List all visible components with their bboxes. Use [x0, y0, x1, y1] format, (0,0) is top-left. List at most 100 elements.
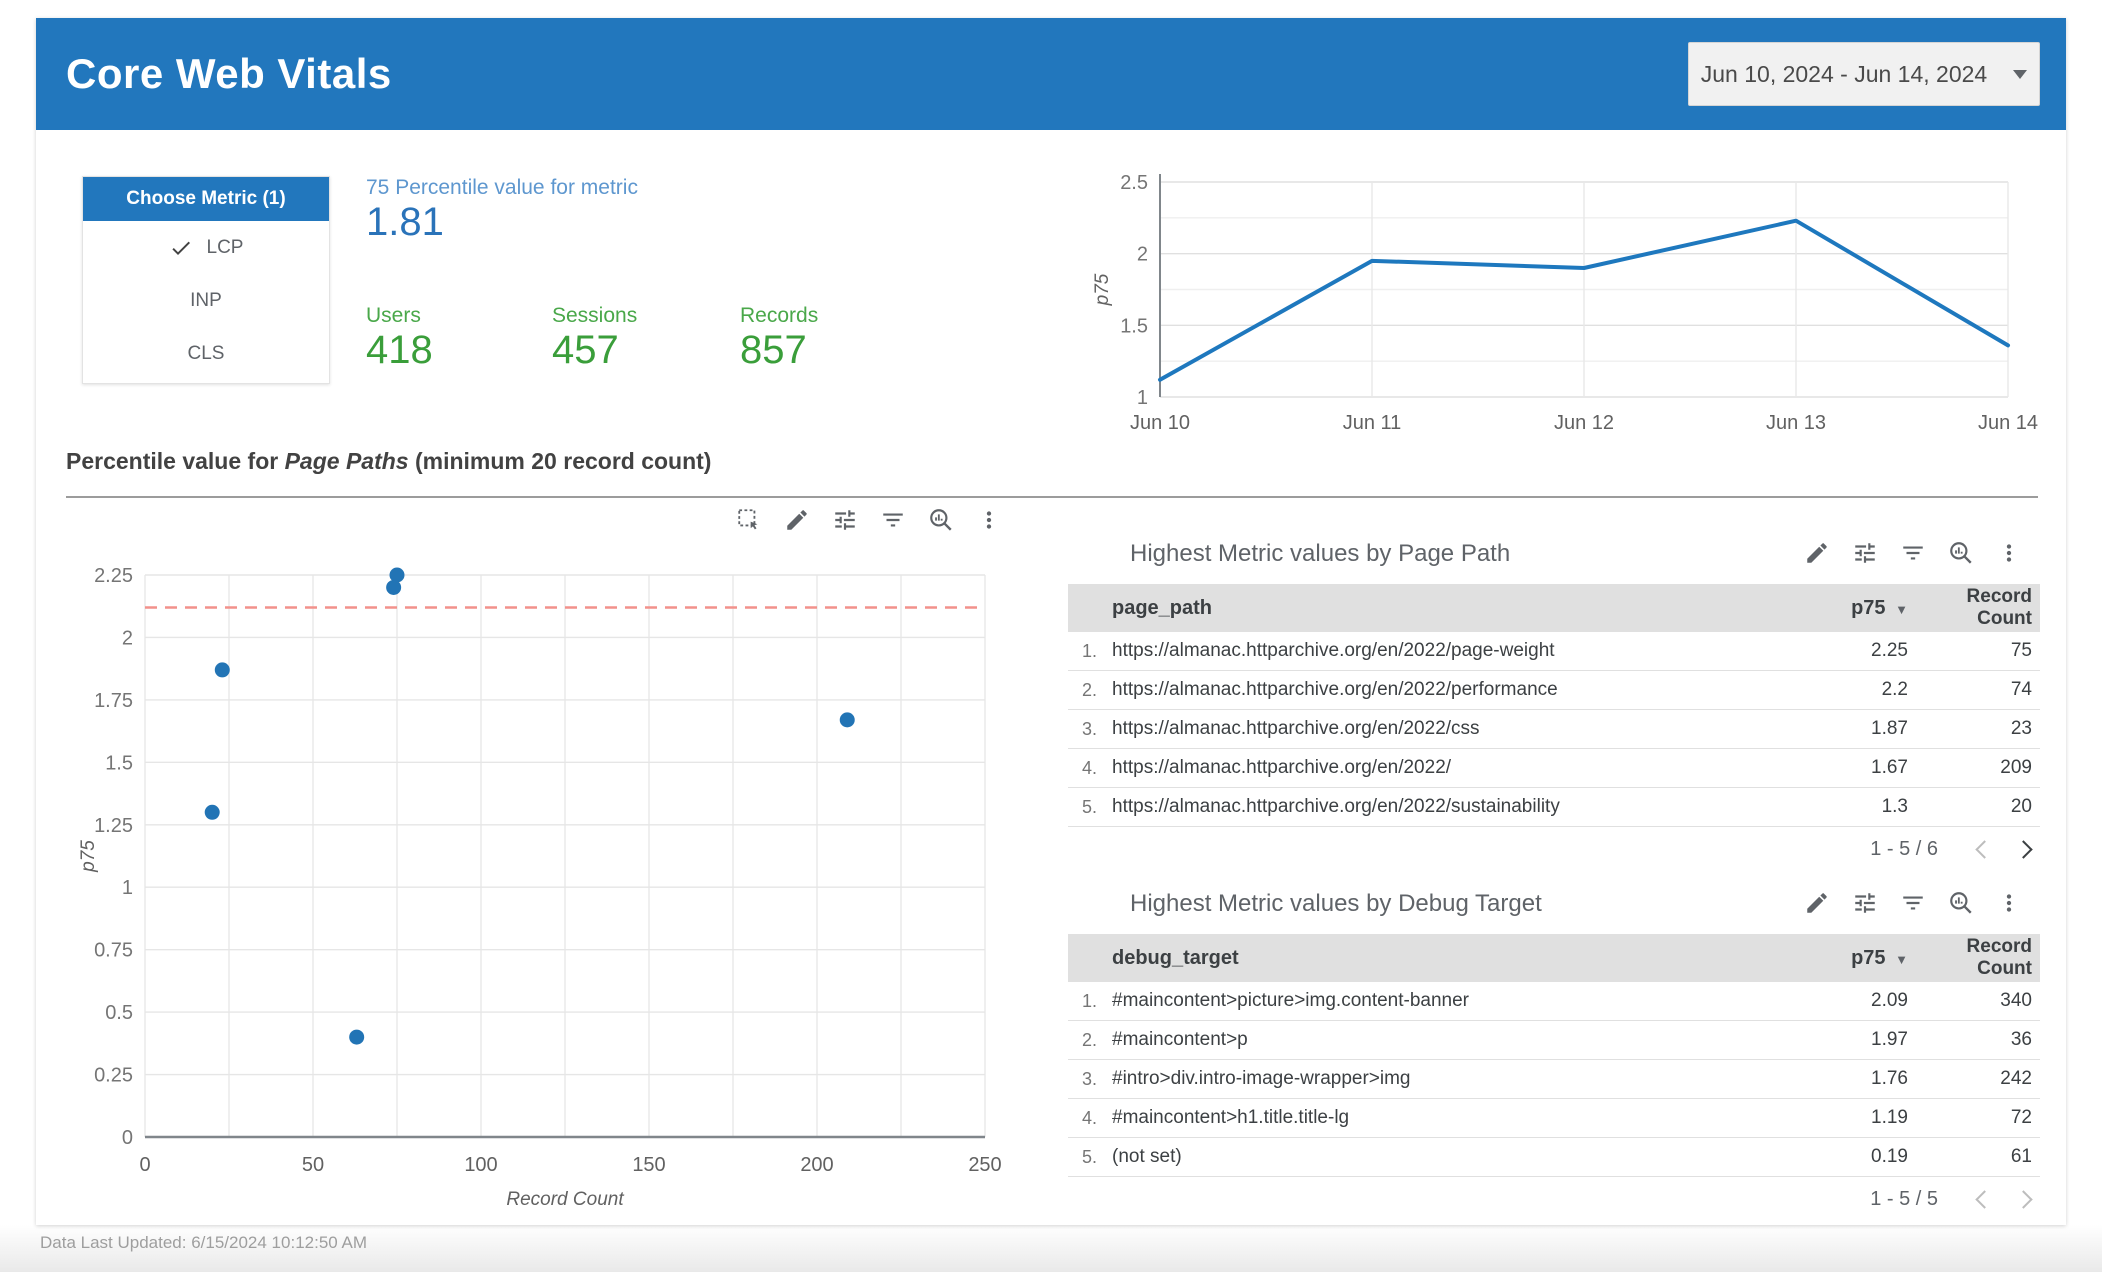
- chevron-right-icon[interactable]: [2014, 839, 2033, 859]
- svg-text:2.5: 2.5: [1120, 172, 1148, 194]
- section-title-italic: Page Paths: [284, 448, 409, 474]
- report-header: Core Web Vitals Jun 10, 2024 - Jun 14, 2…: [36, 18, 2066, 130]
- sort-desc-icon: ▼: [1895, 601, 1908, 617]
- svg-text:Jun 11: Jun 11: [1343, 412, 1402, 434]
- filter-icon[interactable]: [1900, 890, 1926, 916]
- percentile-scorecard-label: 75 Percentile value for metric: [366, 176, 638, 199]
- edit-icon[interactable]: [1804, 890, 1830, 916]
- scatter-point[interactable]: [839, 712, 855, 728]
- table-toolbar: [1804, 540, 2022, 566]
- metric-option-list: LCP INP CLS: [83, 221, 329, 380]
- table-row[interactable]: 3. #intro>div.intro-image-wrapper>img 1.76…: [1068, 1060, 2040, 1099]
- row-dimension: https://almanac.httparchive.org/en/2022/…: [1112, 679, 1558, 700]
- more-icon[interactable]: [976, 507, 1002, 533]
- svg-text:0.25: 0.25: [94, 1065, 133, 1087]
- row-p75-value: 2.2: [1881, 679, 1908, 700]
- records-scorecard-label: Records: [740, 304, 819, 327]
- row-p75-value: 1.87: [1871, 718, 1908, 739]
- column-header-p75[interactable]: p75 ▼: [1798, 947, 1908, 970]
- row-p75-value: 1.76: [1871, 1068, 1908, 1089]
- row-dimension: #intro>div.intro-image-wrapper>img: [1112, 1068, 1411, 1089]
- x-axis-label: Record Count: [506, 1189, 624, 1210]
- table-row[interactable]: 4. https://almanac.httparchive.org/en/202…: [1068, 749, 2040, 788]
- table-row[interactable]: 1. https://almanac.httparchive.org/en/202…: [1068, 632, 2040, 671]
- chevron-down-icon: [2013, 69, 2028, 79]
- row-record-count: 72: [2010, 1107, 2032, 1128]
- metric-option-inp[interactable]: INP: [83, 274, 329, 327]
- filter-icon[interactable]: [880, 507, 906, 533]
- scatter-point[interactable]: [214, 662, 230, 678]
- scatter-chart[interactable]: 0 50 100 150 200 250 0 0.25 0.5 0.75 1 1.25 1.5 1.75 2…: [76, 538, 1066, 1218]
- row-number: 1.: [1082, 640, 1098, 661]
- column-header-dimension[interactable]: debug_target: [1112, 947, 1798, 970]
- section-title-prefix: Percentile value for: [66, 448, 285, 474]
- table-row[interactable]: 2. https://almanac.httparchive.org/en/202…: [1068, 671, 2040, 710]
- chevron-right-icon[interactable]: [2014, 1189, 2033, 1209]
- timeseries-chart[interactable]: 1 1.5 2 2.5 Jun 10 Jun 11 Jun 12 Jun 13 Jun 14 p7…: [1092, 146, 2072, 458]
- chevron-left-icon[interactable]: [1975, 839, 1994, 859]
- table-pagination: 1 - 5 / 6: [1068, 827, 2040, 871]
- explore-icon[interactable]: [1948, 540, 1974, 566]
- row-p75-value: 1.19: [1871, 1107, 1908, 1128]
- svg-text:0.75: 0.75: [94, 940, 133, 962]
- row-record-count: 340: [2000, 990, 2032, 1011]
- table-row[interactable]: 5. https://almanac.httparchive.org/en/202…: [1068, 788, 2040, 827]
- explore-icon[interactable]: [1948, 890, 1974, 916]
- tune-icon[interactable]: [832, 507, 858, 533]
- explore-icon[interactable]: [928, 507, 954, 533]
- section-title: Percentile value for Page Paths (minimum…: [66, 448, 711, 475]
- scatter-point[interactable]: [204, 804, 220, 820]
- metric-option-cls[interactable]: CLS: [83, 327, 329, 380]
- check-icon: [169, 236, 193, 260]
- row-p75-value: 2.25: [1871, 640, 1908, 661]
- table-row[interactable]: 5. (not set) 0.19 61: [1068, 1138, 2040, 1177]
- row-p75-value: 1.97: [1871, 1029, 1908, 1050]
- more-icon[interactable]: [1996, 540, 2022, 566]
- row-number: 4.: [1082, 757, 1098, 778]
- edit-icon[interactable]: [1804, 540, 1830, 566]
- row-dimension: #maincontent>h1.title.title-lg: [1112, 1107, 1350, 1128]
- row-number: 2.: [1082, 1029, 1098, 1050]
- svg-text:1: 1: [122, 877, 133, 899]
- row-record-count: 20: [2010, 796, 2032, 817]
- metric-selector-title: Choose Metric (1): [83, 177, 329, 221]
- row-number: 4.: [1082, 1107, 1098, 1128]
- table-pagination: 1 - 5 / 5: [1068, 1177, 2040, 1221]
- column-header-record-count[interactable]: Record Count: [1908, 586, 2032, 630]
- more-icon[interactable]: [1996, 890, 2022, 916]
- pagination-range: 1 - 5 / 6: [1870, 837, 1938, 860]
- row-dimension: #maincontent>picture>img.content-banner: [1112, 990, 1470, 1011]
- table-row[interactable]: 2. #maincontent>p 1.97 36: [1068, 1021, 2040, 1060]
- filter-icon[interactable]: [1900, 540, 1926, 566]
- table-row[interactable]: 4. #maincontent>h1.title.title-lg 1.19 72: [1068, 1099, 2040, 1138]
- table-header-row: page_path p75 ▼ Record Count: [1068, 584, 2040, 632]
- svg-text:100: 100: [464, 1154, 497, 1176]
- sessions-scorecard-value: 457: [552, 328, 619, 372]
- column-header-record-count[interactable]: Record Count: [1908, 936, 2032, 980]
- section-divider: [66, 496, 2038, 498]
- percentile-scorecard-value: 1.81: [366, 200, 444, 244]
- column-header-p75[interactable]: p75 ▼: [1798, 597, 1908, 620]
- y-axis-label: p75: [78, 840, 99, 873]
- metric-option-lcp[interactable]: LCP: [83, 221, 329, 274]
- row-number: 5.: [1082, 796, 1098, 817]
- edit-icon[interactable]: [784, 507, 810, 533]
- chevron-left-icon[interactable]: [1975, 1189, 1994, 1209]
- table-toolbar: [1804, 890, 2022, 916]
- row-number: 3.: [1082, 718, 1098, 739]
- svg-text:Jun 13: Jun 13: [1766, 412, 1826, 434]
- column-header-dimension[interactable]: page_path: [1112, 597, 1798, 620]
- users-scorecard-label: Users: [366, 304, 421, 327]
- selection-icon[interactable]: [736, 507, 762, 533]
- table-row[interactable]: 1. #maincontent>picture>img.content-banne…: [1068, 982, 2040, 1021]
- scatter-point[interactable]: [386, 579, 402, 595]
- scatter-point[interactable]: [349, 1029, 365, 1045]
- row-p75-value: 2.09: [1871, 990, 1908, 1011]
- date-range-picker[interactable]: Jun 10, 2024 - Jun 14, 2024: [1688, 42, 2040, 106]
- svg-text:2: 2: [1137, 244, 1148, 266]
- tune-icon[interactable]: [1852, 540, 1878, 566]
- svg-text:2: 2: [122, 627, 133, 649]
- scatter-toolbar: [736, 507, 1002, 533]
- table-row[interactable]: 3. https://almanac.httparchive.org/en/202…: [1068, 710, 2040, 749]
- tune-icon[interactable]: [1852, 890, 1878, 916]
